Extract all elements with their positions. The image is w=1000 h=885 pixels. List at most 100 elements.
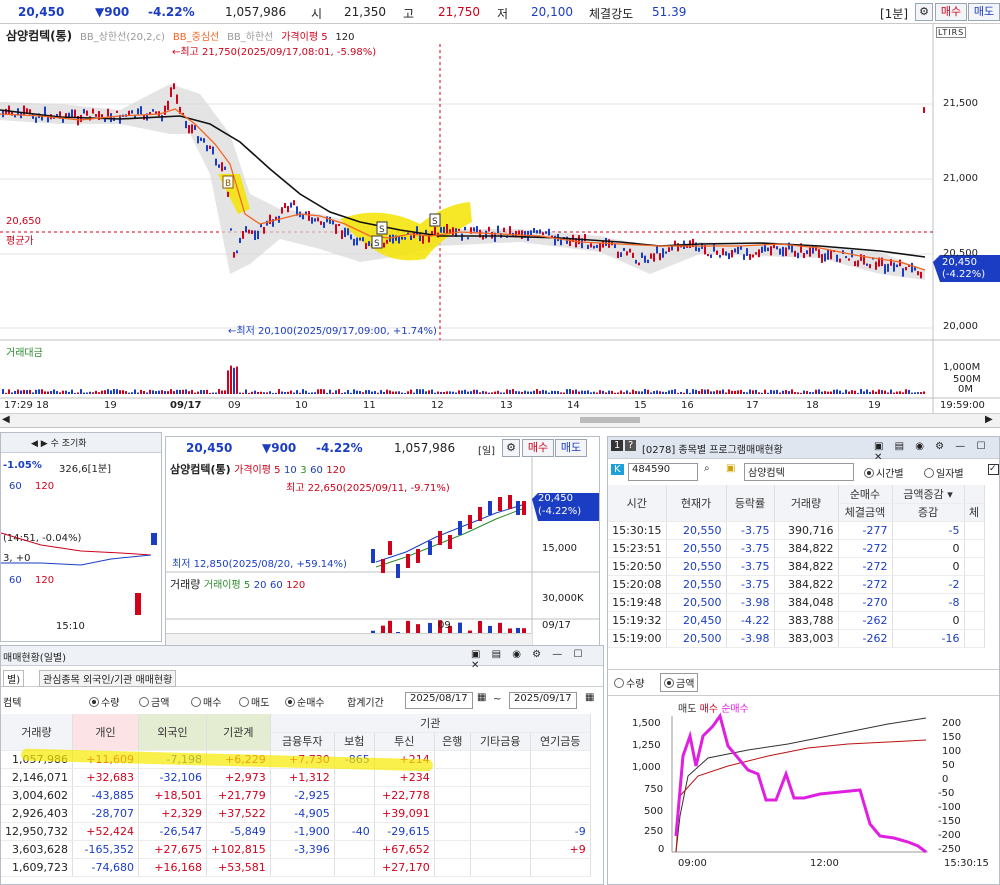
bb-mid-label[interactable]: BB_중심선	[173, 32, 219, 43]
opt-sell[interactable]: 매도	[239, 694, 269, 709]
table-cell	[334, 840, 375, 859]
chart-tools-icon[interactable]: LTIRS	[936, 27, 967, 38]
daily-buy-button[interactable]: 매수	[522, 439, 554, 457]
calendar-icon[interactable]: ▦	[477, 692, 486, 703]
table-row[interactable]: 15:19:00 20,500 -3.98 383,003 -262 -16	[608, 629, 985, 648]
volume-bar	[833, 389, 835, 394]
table-row[interactable]: 3,004,602 -43,885 +18,501 +21,779 -2,925 +22,…	[1, 786, 591, 805]
volume-bar	[767, 392, 769, 394]
table-row[interactable]: 15:20:08 20,550 -3.75 384,822 -272 -2	[608, 575, 985, 594]
intraday-chart[interactable]: B S S S 삼양컴텍(통) BB_상한선(20,2,c) BB_중심선 BB…	[0, 24, 1000, 428]
interval-label[interactable]: [1분]	[880, 5, 908, 22]
chart-stock-name: 삼양컴텍(통)	[6, 29, 73, 43]
volume-bar	[815, 389, 817, 394]
opt-quantity[interactable]: 수량	[89, 694, 119, 709]
bb-lower-label[interactable]: BB_하한선	[227, 32, 273, 43]
volume-bar	[602, 390, 604, 394]
candle	[869, 264, 871, 269]
chart-opt-amount[interactable]: 금액	[660, 673, 699, 692]
opt-by-time[interactable]: 시간별	[864, 465, 904, 480]
table-row[interactable]: 15:30:15 20,550 -3.75 390,716 -277 -5	[608, 521, 985, 540]
table-row[interactable]: 12,950,732 +52,424 -26,547 -5,849 -1,900 -40-…	[1, 822, 591, 841]
volume-bar	[98, 392, 100, 394]
left-tick: 1,000	[632, 762, 661, 773]
volume-bar	[314, 392, 316, 394]
volume-bar	[149, 389, 151, 394]
opt-by-date[interactable]: 일자별	[924, 465, 964, 480]
volume-bar	[647, 389, 649, 394]
candle	[35, 117, 37, 123]
candle	[758, 249, 760, 258]
daily-settings-gear-icon[interactable]: ⚙	[502, 439, 520, 457]
table-row[interactable]: 3,603,628 -165,352 +27,675 +102,815 -3,396 +6…	[1, 840, 591, 859]
svg-text:S: S	[432, 217, 438, 227]
scroll-thumb[interactable]	[580, 417, 640, 423]
ma120-label[interactable]: 120	[335, 32, 354, 43]
table-cell: 20,550	[666, 521, 727, 540]
table-row[interactable]: 15:20:50 20,550 -3.75 384,822 -272 0	[608, 557, 985, 576]
current-price: 20,450	[18, 5, 65, 19]
volume-bar	[485, 391, 487, 394]
table-row[interactable]: 1,609,723 -74,680 +16,168 +53,581 +27,170	[1, 858, 591, 877]
candle	[632, 252, 634, 258]
volume-bar	[380, 390, 382, 394]
sell-button[interactable]: 매도	[968, 3, 1000, 21]
volume-bar	[701, 389, 703, 394]
investor-stock[interactable]: 컴텍	[3, 694, 21, 709]
candle	[230, 228, 232, 231]
table-row[interactable]: 15:23:51 20,550 -3.75 384,822 -272 0	[608, 539, 985, 558]
tab-interest[interactable]: 관심종목 외국인/기관 매매현황	[39, 670, 177, 687]
table-row[interactable]: 15:19:32 20,450 -4.22 383,788 -262 0	[608, 611, 985, 630]
code-input[interactable]: 484590	[628, 463, 698, 481]
volume-bar	[737, 390, 739, 394]
amount-select[interactable]: 금액증감 ▾	[892, 485, 965, 504]
mini-chart-pane[interactable]: ◀ ▶ 수 조기화 -1.05% 326,6[1분] 60 120 (14:51…	[0, 432, 162, 642]
opt-buy[interactable]: 매수	[191, 694, 221, 709]
table-cell	[334, 858, 375, 877]
volume-bar	[422, 389, 424, 394]
settings-gear-icon[interactable]: ⚙	[915, 3, 933, 21]
candle	[161, 115, 163, 122]
x-tick: 19:59:00	[940, 400, 985, 411]
candle	[545, 231, 547, 234]
program-trading-pane[interactable]: 1 ? [0278] 종목별 프로그램매매현황 ▣ ▤ ◉ ⚙ — ☐ ✕ K …	[607, 436, 1000, 885]
candle	[443, 226, 445, 233]
volume-bar	[410, 389, 412, 394]
volume-bar	[110, 390, 112, 394]
daily-interval[interactable]: [일]	[478, 442, 495, 457]
daily-sell-button[interactable]: 매도	[555, 439, 587, 457]
candle	[488, 226, 490, 232]
checkbox-icon[interactable]: ✓	[988, 464, 999, 475]
toolbar-icons[interactable]: ◀ ▶ 수 조기화	[31, 436, 87, 449]
chart-scrollbar[interactable]: ◀ ▶	[0, 413, 1000, 427]
ma-label[interactable]: 가격이평 5	[281, 32, 327, 43]
tab-daily[interactable]: 별)	[3, 670, 25, 687]
scroll-right-icon[interactable]: ▶	[985, 414, 993, 425]
opt-amount[interactable]: 금액	[139, 694, 169, 709]
chart-opt-qty[interactable]: 수량	[614, 675, 644, 690]
help-icon[interactable]: ?	[625, 440, 637, 451]
daily-chart-pane[interactable]: 20,450 ▼900 -4.22% 1,057,986 [일] ⚙ 매수 매도…	[165, 436, 600, 646]
window-controls-icon[interactable]: ▣ ▤ ◉ ⚙ — ☐ ✕	[874, 441, 999, 463]
volume-bar	[713, 391, 715, 394]
bb-upper-label[interactable]: BB_상한선(20,2,c)	[80, 32, 165, 43]
date-from-input[interactable]: 2025/08/17	[405, 692, 473, 709]
buy-button[interactable]: 매수	[935, 3, 967, 21]
scroll-left-icon[interactable]: ◀	[2, 414, 10, 425]
date-to-input[interactable]: 2025/09/17	[509, 692, 577, 709]
volume-bar	[299, 392, 301, 394]
table-row[interactable]: 2,146,071 +32,683 -32,106 +2,973 +1,312 +234	[1, 768, 591, 787]
table-row[interactable]: 15:19:48 20,500 -3.98 384,048 -270 -8	[608, 593, 985, 612]
low-note: ←최저 20,100(2025/09/17,09:00, +1.74%)	[228, 326, 437, 337]
volume-bar	[218, 389, 220, 394]
candle	[779, 248, 781, 255]
volume-bar	[698, 391, 700, 394]
candle	[509, 226, 511, 235]
opt-net[interactable]: 순매수	[285, 694, 325, 709]
folder-icon[interactable]: ▣	[726, 463, 735, 474]
search-icon[interactable]: ⌕	[704, 463, 710, 474]
table-row[interactable]: 2,926,403 -28,707 +2,329 +37,522 -4,905 +39,0…	[1, 804, 591, 823]
calendar-icon[interactable]: ▦	[585, 692, 594, 703]
investor-trades-pane[interactable]: 매매현황(일별) ▣ ▤ ◉ ⚙ — ☐ ✕ 별) 관심종목 외국인/기관 매매…	[0, 645, 604, 885]
table-cell: -3.98	[726, 629, 775, 648]
